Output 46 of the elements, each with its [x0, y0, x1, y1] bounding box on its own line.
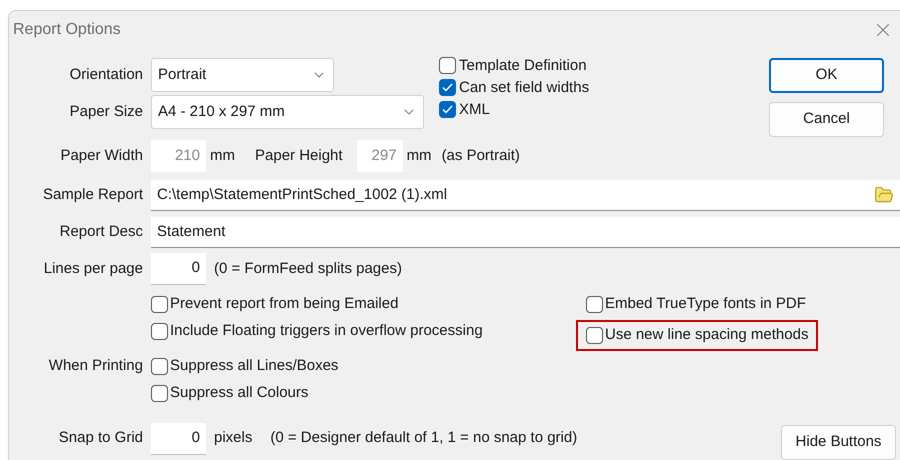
checkbox-label: Suppress all Lines/Boxes [170, 356, 338, 376]
checkbox-label: Embed TrueType fonts in PDF [605, 294, 806, 314]
checkbox[interactable] [151, 385, 168, 402]
note-text: (as Portrait) [442, 146, 520, 166]
field-label: Sample Report [42, 186, 143, 204]
note-text: (0 = FormFeed splits pages) [214, 258, 402, 279]
checkbox-label: Prevent report from being Emailed [170, 294, 398, 314]
input-field[interactable]: 0 [151, 253, 206, 285]
checkbox[interactable] [151, 296, 168, 313]
input-field[interactable]: C:\temp\StatementPrintSched_1002 (1).xml [151, 180, 900, 211]
field-label: Report Desc [60, 223, 143, 240]
checkbox[interactable] [439, 56, 456, 74]
input-field[interactable]: 0 [151, 422, 206, 454]
checkbox[interactable] [586, 296, 603, 313]
input-field[interactable]: Statement [151, 217, 900, 248]
field-label: Paper Width [60, 146, 143, 164]
field-label: Paper Height [255, 146, 343, 166]
checkbox-label: Template Definition [459, 58, 587, 72]
unit-label: mm [406, 146, 432, 166]
checkbox-label: Suppress all Colours [170, 383, 308, 404]
dialog-button[interactable]: OK [769, 58, 884, 93]
field-label: Lines per page [44, 260, 143, 277]
checkbox-label: XML [459, 102, 490, 116]
hide-buttons-button[interactable]: Hide Buttons [781, 425, 896, 460]
checkbox-label: Can set field widths [459, 80, 590, 94]
field-label: Snap to Grid [58, 429, 143, 446]
dropdown[interactable]: A4 - 210 x 297 mm [151, 95, 424, 129]
unit-label: mm [210, 146, 235, 166]
unit-label: pixels [214, 428, 252, 448]
checkbox-label: Use new line spacing methods [605, 325, 808, 346]
check-icon [442, 104, 453, 114]
checkbox[interactable] [151, 358, 168, 375]
checkbox[interactable] [439, 100, 456, 118]
dialog-button[interactable]: Cancel [769, 102, 884, 137]
checkbox-label: Include Floating triggers in overflow processing [170, 321, 483, 342]
checkbox[interactable] [151, 323, 168, 340]
field-label: When Printing [48, 356, 143, 376]
checkbox[interactable] [586, 327, 603, 344]
field-label: Orientation [70, 66, 143, 83]
check-icon [442, 82, 453, 92]
field-label: Paper Size [70, 102, 143, 120]
dropdown[interactable]: Portrait [151, 58, 334, 92]
folder-icon[interactable] [874, 185, 894, 205]
note-text: (0 = Designer default of 1, 1 = no snap to grid) [270, 428, 578, 448]
checkbox[interactable] [439, 78, 456, 96]
window-title: Report Options [13, 20, 121, 40]
